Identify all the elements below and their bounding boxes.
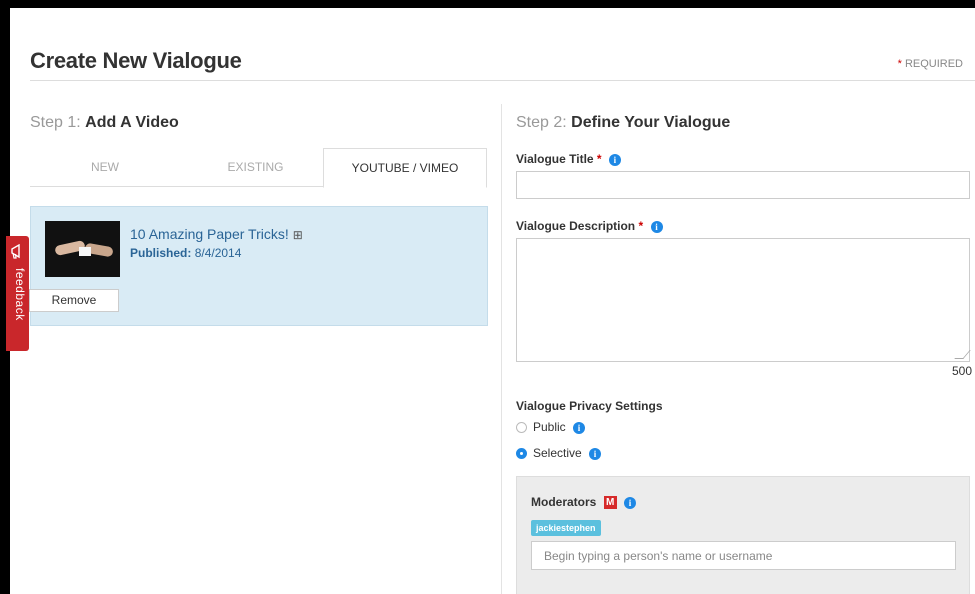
vialogue-title-input[interactable] — [516, 171, 970, 199]
required-star: * — [897, 58, 902, 70]
video-source-tabs: NEW EXISTING YOUTUBE / VIMEO — [30, 148, 487, 188]
info-icon[interactable]: i — [573, 421, 586, 434]
video-title: 10 Amazing Paper Tricks! ⊞ — [130, 226, 303, 242]
moderators-panel: Moderators M i jackiestephen — [516, 476, 970, 594]
radio-public[interactable] — [516, 422, 527, 434]
column-divider — [501, 104, 502, 594]
privacy-option-public[interactable]: Public i — [516, 420, 586, 434]
page-title: Create New Vialogue — [30, 48, 242, 73]
step1-heading: Step 1: Add A Video — [30, 114, 179, 132]
megaphone-icon — [11, 244, 20, 259]
privacy-public-label: Public — [533, 420, 566, 434]
char-count: 500 — [951, 364, 972, 378]
feedback-label: feedback — [13, 268, 27, 321]
vialogue-title-label: Vialogue Title * i — [516, 152, 621, 166]
moderators-label-text: Moderators — [531, 495, 597, 509]
required-label: REQUIRED — [904, 58, 963, 70]
info-icon[interactable]: i — [624, 496, 637, 509]
info-icon[interactable]: i — [608, 153, 621, 166]
tab-existing[interactable]: EXISTING — [180, 148, 331, 186]
privacy-settings-label: Vialogue Privacy Settings — [516, 399, 663, 413]
vialogue-description-label: Vialogue Description * i — [516, 219, 663, 233]
video-thumbnail[interactable] — [45, 221, 120, 277]
page-frame: Create New Vialogue * REQUIRED Step 1: A… — [10, 8, 975, 594]
thumbnail-paper — [79, 247, 91, 256]
tab-youtube-vimeo[interactable]: YOUTUBE / VIMEO — [323, 148, 487, 188]
published-label: Published: — [130, 246, 192, 260]
radio-selective[interactable] — [516, 448, 527, 460]
title-divider — [30, 80, 975, 81]
video-published: Published: 8/4/2014 — [130, 246, 241, 260]
video-title-link[interactable]: 10 Amazing Paper Tricks! — [130, 226, 289, 242]
moderator-badge-icon: M — [603, 496, 617, 510]
required-marker: * — [596, 152, 602, 166]
privacy-selective-label: Selective — [533, 446, 582, 460]
moderator-search-input[interactable] — [531, 541, 956, 570]
moderator-tag[interactable]: jackiestephen — [531, 520, 601, 536]
expand-icon[interactable]: ⊞ — [293, 228, 303, 242]
remove-video-button[interactable]: Remove — [29, 289, 119, 312]
step1-prefix: Step 1: — [30, 114, 81, 131]
info-icon[interactable]: i — [589, 447, 602, 460]
resize-handle-icon[interactable] — [954, 350, 971, 359]
step2-prefix: Step 2: — [516, 114, 567, 131]
vialogue-description-label-text: Vialogue Description — [516, 219, 636, 233]
tab-new[interactable]: NEW — [30, 148, 180, 186]
moderators-label: Moderators M i — [531, 495, 637, 510]
privacy-option-selective[interactable]: Selective i — [516, 446, 602, 460]
feedback-tab[interactable]: feedback — [6, 236, 29, 351]
info-icon[interactable]: i — [650, 220, 663, 233]
vialogue-description-textarea[interactable] — [516, 238, 971, 362]
step2-heading: Step 2: Define Your Vialogue — [516, 114, 730, 132]
required-marker: * — [638, 219, 644, 233]
published-date: 8/4/2014 — [194, 246, 242, 260]
required-note: * REQUIRED — [898, 58, 963, 70]
step1-title: Add A Video — [85, 114, 179, 131]
vialogue-title-label-text: Vialogue Title — [516, 152, 594, 166]
step2-title: Define Your Vialogue — [571, 114, 731, 131]
